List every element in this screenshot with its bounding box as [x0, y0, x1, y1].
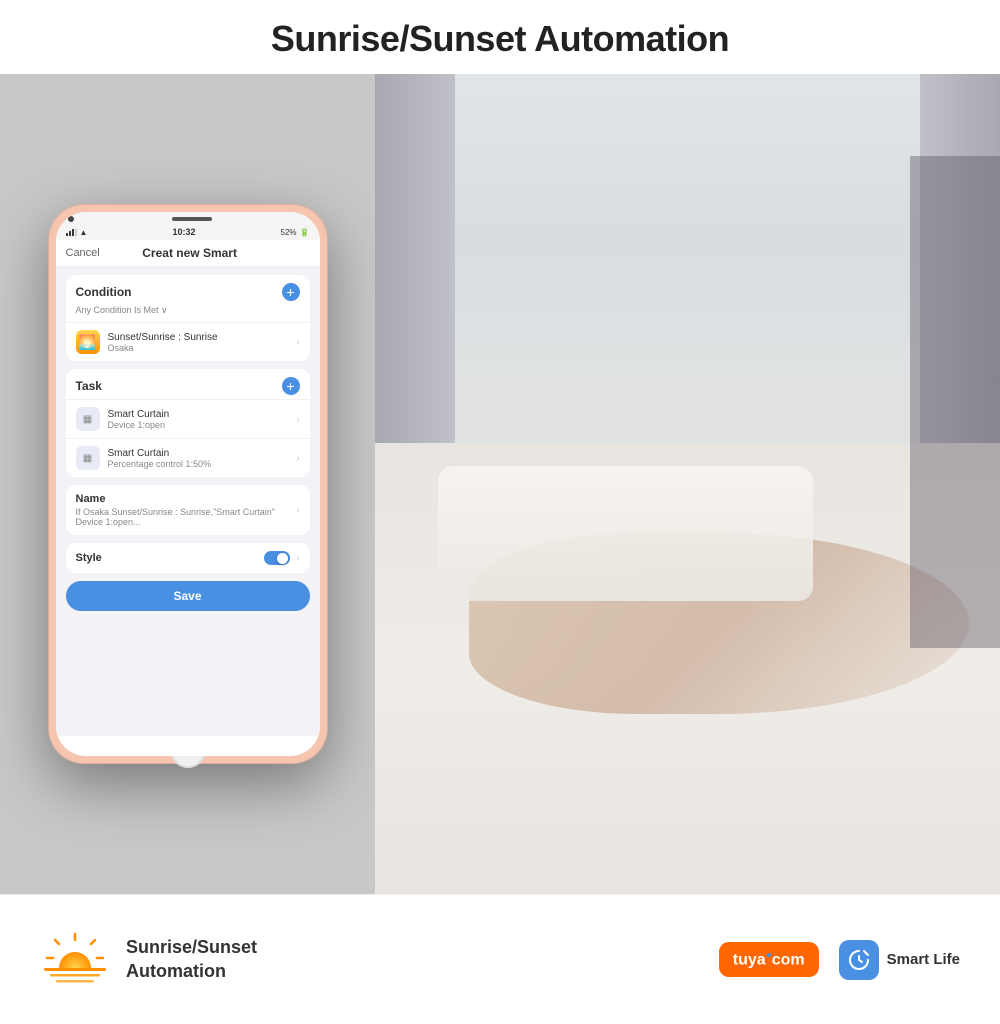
style-label: Style	[76, 552, 102, 564]
battery-icon: 🔋	[300, 228, 310, 237]
brand-logos: tuya●com Smart Life	[719, 940, 960, 980]
condition-item-sub: Osaka	[108, 343, 289, 353]
condition-item-name: Sunset/Sunrise : Sunrise	[108, 332, 289, 343]
phone-scroll-content[interactable]: Condition + Any Condition Is Met ∨ 🌅 Sun…	[56, 267, 320, 736]
cancel-button[interactable]: Cancel	[66, 247, 100, 259]
smart-life-logo: Smart Life	[839, 940, 960, 980]
smart-life-icon	[839, 940, 879, 980]
curtain-icon-1: ▦	[76, 407, 100, 431]
bottom-bar: Sunrise/Sunset Automation tuya●com Smart…	[0, 894, 1000, 1024]
condition-header: Condition +	[66, 275, 310, 305]
phone-top-bar	[56, 212, 320, 224]
time-display: 10:32	[172, 227, 195, 237]
condition-item-text: Sunset/Sunrise : Sunrise Osaka	[108, 332, 289, 353]
task-item-2-name: Smart Curtain	[108, 448, 289, 459]
phone-screen: ▲ 10:32 52% 🔋 Cancel Creat new Smart	[56, 212, 320, 756]
bedroom-background	[375, 74, 1000, 894]
chevron-right-icon: ›	[296, 337, 299, 348]
page-title: Sunrise/Sunset Automation	[20, 18, 980, 60]
task-card: Task + ▦ Smart Curtain Device 1:open ›	[66, 369, 310, 477]
style-chevron-icon: ›	[296, 553, 299, 564]
left-section: ▲ 10:32 52% 🔋 Cancel Creat new Smart	[0, 74, 375, 894]
task-header: Task +	[66, 369, 310, 399]
smart-life-text: Smart Life	[887, 951, 960, 968]
condition-subtitle: Any Condition Is Met ∨	[66, 305, 310, 322]
battery-percent: 52%	[281, 228, 297, 237]
task-item-2[interactable]: ▦ Smart Curtain Percentage control 1:50%…	[66, 438, 310, 477]
page-header: Sunrise/Sunset Automation	[0, 0, 1000, 74]
condition-item[interactable]: 🌅 Sunset/Sunrise : Sunrise Osaka ›	[66, 322, 310, 361]
tuya-text: tuya	[733, 951, 766, 968]
add-task-button[interactable]: +	[282, 377, 300, 395]
bottom-text-line1: Sunrise/Sunset	[126, 936, 257, 959]
wifi-icon: ▲	[80, 228, 88, 237]
task-item-1-text: Smart Curtain Device 1:open	[108, 409, 289, 430]
task-item-1-sub: Device 1:open	[108, 420, 289, 430]
status-bar: ▲ 10:32 52% 🔋	[56, 224, 320, 240]
nav-bar: Cancel Creat new Smart	[56, 240, 320, 267]
screen-title: Creat new Smart	[142, 246, 237, 260]
task-chevron-2: ›	[296, 453, 299, 464]
tuya-domain: com	[772, 951, 805, 968]
curtain-icon-2: ▦	[76, 446, 100, 470]
phone-speaker	[172, 217, 212, 221]
sun-icon-large	[40, 930, 110, 990]
bottom-logo-text: Sunrise/Sunset Automation	[126, 936, 257, 983]
main-content: ▲ 10:32 52% 🔋 Cancel Creat new Smart	[0, 74, 1000, 894]
task-item-1-name: Smart Curtain	[108, 409, 289, 420]
phone-frame: ▲ 10:32 52% 🔋 Cancel Creat new Smart	[48, 204, 328, 764]
name-label: Name	[76, 493, 297, 505]
signal-icon	[66, 228, 77, 236]
status-right: 52% 🔋	[281, 228, 310, 237]
status-left: ▲	[66, 228, 88, 237]
name-chevron-icon: ›	[296, 505, 299, 516]
task-chevron-1: ›	[296, 414, 299, 425]
sunrise-icon: 🌅	[76, 330, 100, 354]
save-button[interactable]: Save	[66, 581, 310, 611]
task-item-1[interactable]: ▦ Smart Curtain Device 1:open ›	[66, 399, 310, 438]
bottom-text-line2: Automation	[126, 960, 257, 983]
bottom-logo: Sunrise/Sunset Automation	[40, 930, 257, 990]
condition-title: Condition	[76, 285, 132, 299]
style-toggle[interactable]	[264, 551, 290, 565]
style-card[interactable]: Style ›	[66, 543, 310, 573]
right-section	[375, 74, 1000, 894]
tuya-logo: tuya●com	[719, 942, 819, 977]
front-camera	[68, 216, 74, 222]
task-title: Task	[76, 379, 102, 393]
task-item-2-sub: Percentage control 1:50%	[108, 459, 289, 469]
task-item-2-text: Smart Curtain Percentage control 1:50%	[108, 448, 289, 469]
condition-card: Condition + Any Condition Is Met ∨ 🌅 Sun…	[66, 275, 310, 361]
add-condition-button[interactable]: +	[282, 283, 300, 301]
name-value: If Osaka Sunset/Sunrise : Sunrise,"Smart…	[76, 507, 297, 527]
name-card[interactable]: Name If Osaka Sunset/Sunrise : Sunrise,"…	[66, 485, 310, 535]
name-content: Name If Osaka Sunset/Sunrise : Sunrise,"…	[76, 493, 297, 527]
